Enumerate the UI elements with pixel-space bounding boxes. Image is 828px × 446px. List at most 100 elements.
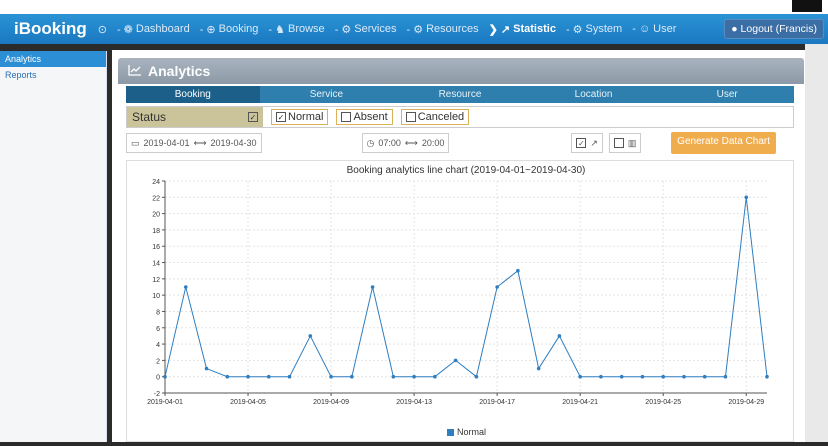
checkbox-checked-icon: ✓ [576,138,587,148]
y-tick-label: 24 [152,179,160,186]
y-tick-label: 12 [152,277,160,284]
tab-service[interactable]: Service [259,86,394,103]
generate-chart-button[interactable]: Generate Data Chart [671,132,776,154]
data-point [287,374,292,379]
sidebar-item-reports[interactable]: Reports [0,67,106,83]
range-arrow-icon: ⟷ [193,137,207,148]
time-range: ◷ 07:00 ⟷ 20:00 [361,133,450,153]
nav-icon: - ❁ [116,23,133,36]
nav-item-user[interactable]: - ☺ User [632,23,676,35]
canceled-label: Canceled [417,111,465,123]
nav-item-system[interactable]: - ⚙ System [566,23,622,36]
nav-label: Resources [426,23,479,35]
logout-label: Logout (Francis) [740,23,817,35]
data-point [765,374,769,379]
nav-menu: ⊙ - ❁ Dashboard - ⊕ Booking - ♞ Browse - ⚙ Servi… [93,23,682,36]
y-tick-label: 8 [156,309,160,316]
data-point [744,195,749,200]
data-point [453,358,458,363]
nav-label: System [585,23,623,35]
chart-legend: Normal [447,427,486,437]
time-to-input[interactable]: 20:00 [422,138,445,148]
data-point [370,285,375,289]
data-point [516,268,520,273]
y-tick-label: -2 [154,391,160,398]
x-tick-label: 2019-04-21 [562,399,598,406]
absent-checkbox[interactable]: Absent [336,109,393,125]
legend-swatch [447,428,454,436]
time-from-input[interactable]: 07:00 [378,138,401,148]
data-point [640,374,645,379]
toolbar: ▭ 2019-04-01 ⟷ 2019-04-30 ◷ 07:00 ⟷ 20:0… [126,132,794,154]
x-tick-label: 2019-04-29 [728,399,764,406]
data-point [266,374,271,379]
y-tick-label: 14 [152,261,160,268]
series-line-normal [164,197,768,378]
sidebar: Analytics Reports [0,51,107,446]
checkbox-checked-icon: ✓ [276,112,286,122]
nav-label: Dashboard [135,23,190,35]
date-to-input[interactable]: 2019-04-30 [210,138,256,148]
data-point [702,374,707,379]
y-tick-label: 16 [152,244,160,251]
calendar-icon: ▭ [131,137,140,148]
data-point [495,285,499,289]
y-tick-label: 20 [152,212,160,219]
canceled-checkbox[interactable]: Canceled [400,109,470,125]
nav-item-statistic[interactable]: ❯ ↗ Statistic [489,23,556,36]
nav-icon: - ☺ [632,23,651,35]
data-point [433,374,437,379]
range-arrow-icon: ⟷ [404,137,418,148]
x-tick-label: 2019-04-09 [313,399,349,406]
nav-item-booking[interactable]: - ⊕ Booking [200,23,259,36]
nav-label: User [653,23,677,35]
bar-chart-toggle[interactable]: ▥ [608,133,642,153]
data-point [536,366,541,371]
x-tick-label: 2019-04-01 [147,399,183,406]
nav-item-dashboard[interactable]: - ❁ Dashboard [117,23,190,36]
normal-checkbox[interactable]: ✓ Normal [271,109,329,125]
tab-booking[interactable]: Booking [126,86,260,103]
data-point [682,374,686,379]
x-tick-label: 2019-04-25 [645,399,681,406]
status-all-checkbox[interactable]: ✓ [248,112,258,122]
data-point [412,374,416,379]
date-range: ▭ 2019-04-01 ⟷ 2019-04-30 [126,133,262,153]
tab-user[interactable]: User [660,86,794,103]
data-point [619,374,624,379]
nav-item-services[interactable]: - ⚙ Services [335,23,397,36]
sidebar-item-analytics[interactable]: Analytics [0,51,106,67]
data-point [474,374,479,379]
nav-label: Booking [218,23,259,35]
data-point [578,374,582,379]
brand-logo[interactable]: iBooking [14,19,87,39]
line-chart-toggle[interactable]: ✓ ↗ [571,133,603,153]
status-filter: Status ✓ ✓ Normal Absent Canceled [126,106,794,128]
nav-item-home[interactable]: ⊙ [98,23,107,36]
data-point [225,374,230,379]
y-tick-label: 10 [152,293,160,300]
checkbox-empty-icon [405,112,416,122]
nav-item-resources[interactable]: - ⚙ Resources [406,23,478,36]
data-point [661,374,666,379]
user-icon: ● [731,23,738,35]
date-from-input[interactable]: 2019-04-01 [144,138,190,148]
chart-title: Booking analytics line chart (2019-04-01… [347,165,586,176]
nav-item-browse[interactable]: - ♞ Browse [268,23,324,36]
clock-icon: ◷ [366,137,375,148]
tab-location[interactable]: Location [526,86,661,103]
navbar: iBooking ⊙ - ❁ Dashboard - ⊕ Booking - ♞ Brows… [0,14,828,44]
nav-icon: - ⚙ [334,23,352,36]
data-point [599,374,603,379]
tab-resource[interactable]: Resource [393,86,527,103]
nav-label: Services [354,23,397,35]
line-chart: Booking analytics line chart (2019-04-01… [147,165,769,406]
logout-button[interactable]: ● Logout (Francis) [724,19,824,39]
data-point [350,374,354,379]
x-tick-label: 2019-04-13 [396,399,432,406]
data-point [183,285,188,289]
legend-label: Normal [457,427,487,437]
data-point [246,374,250,379]
y-tick-label: 0 [156,375,160,382]
y-tick-label: 22 [152,195,160,202]
